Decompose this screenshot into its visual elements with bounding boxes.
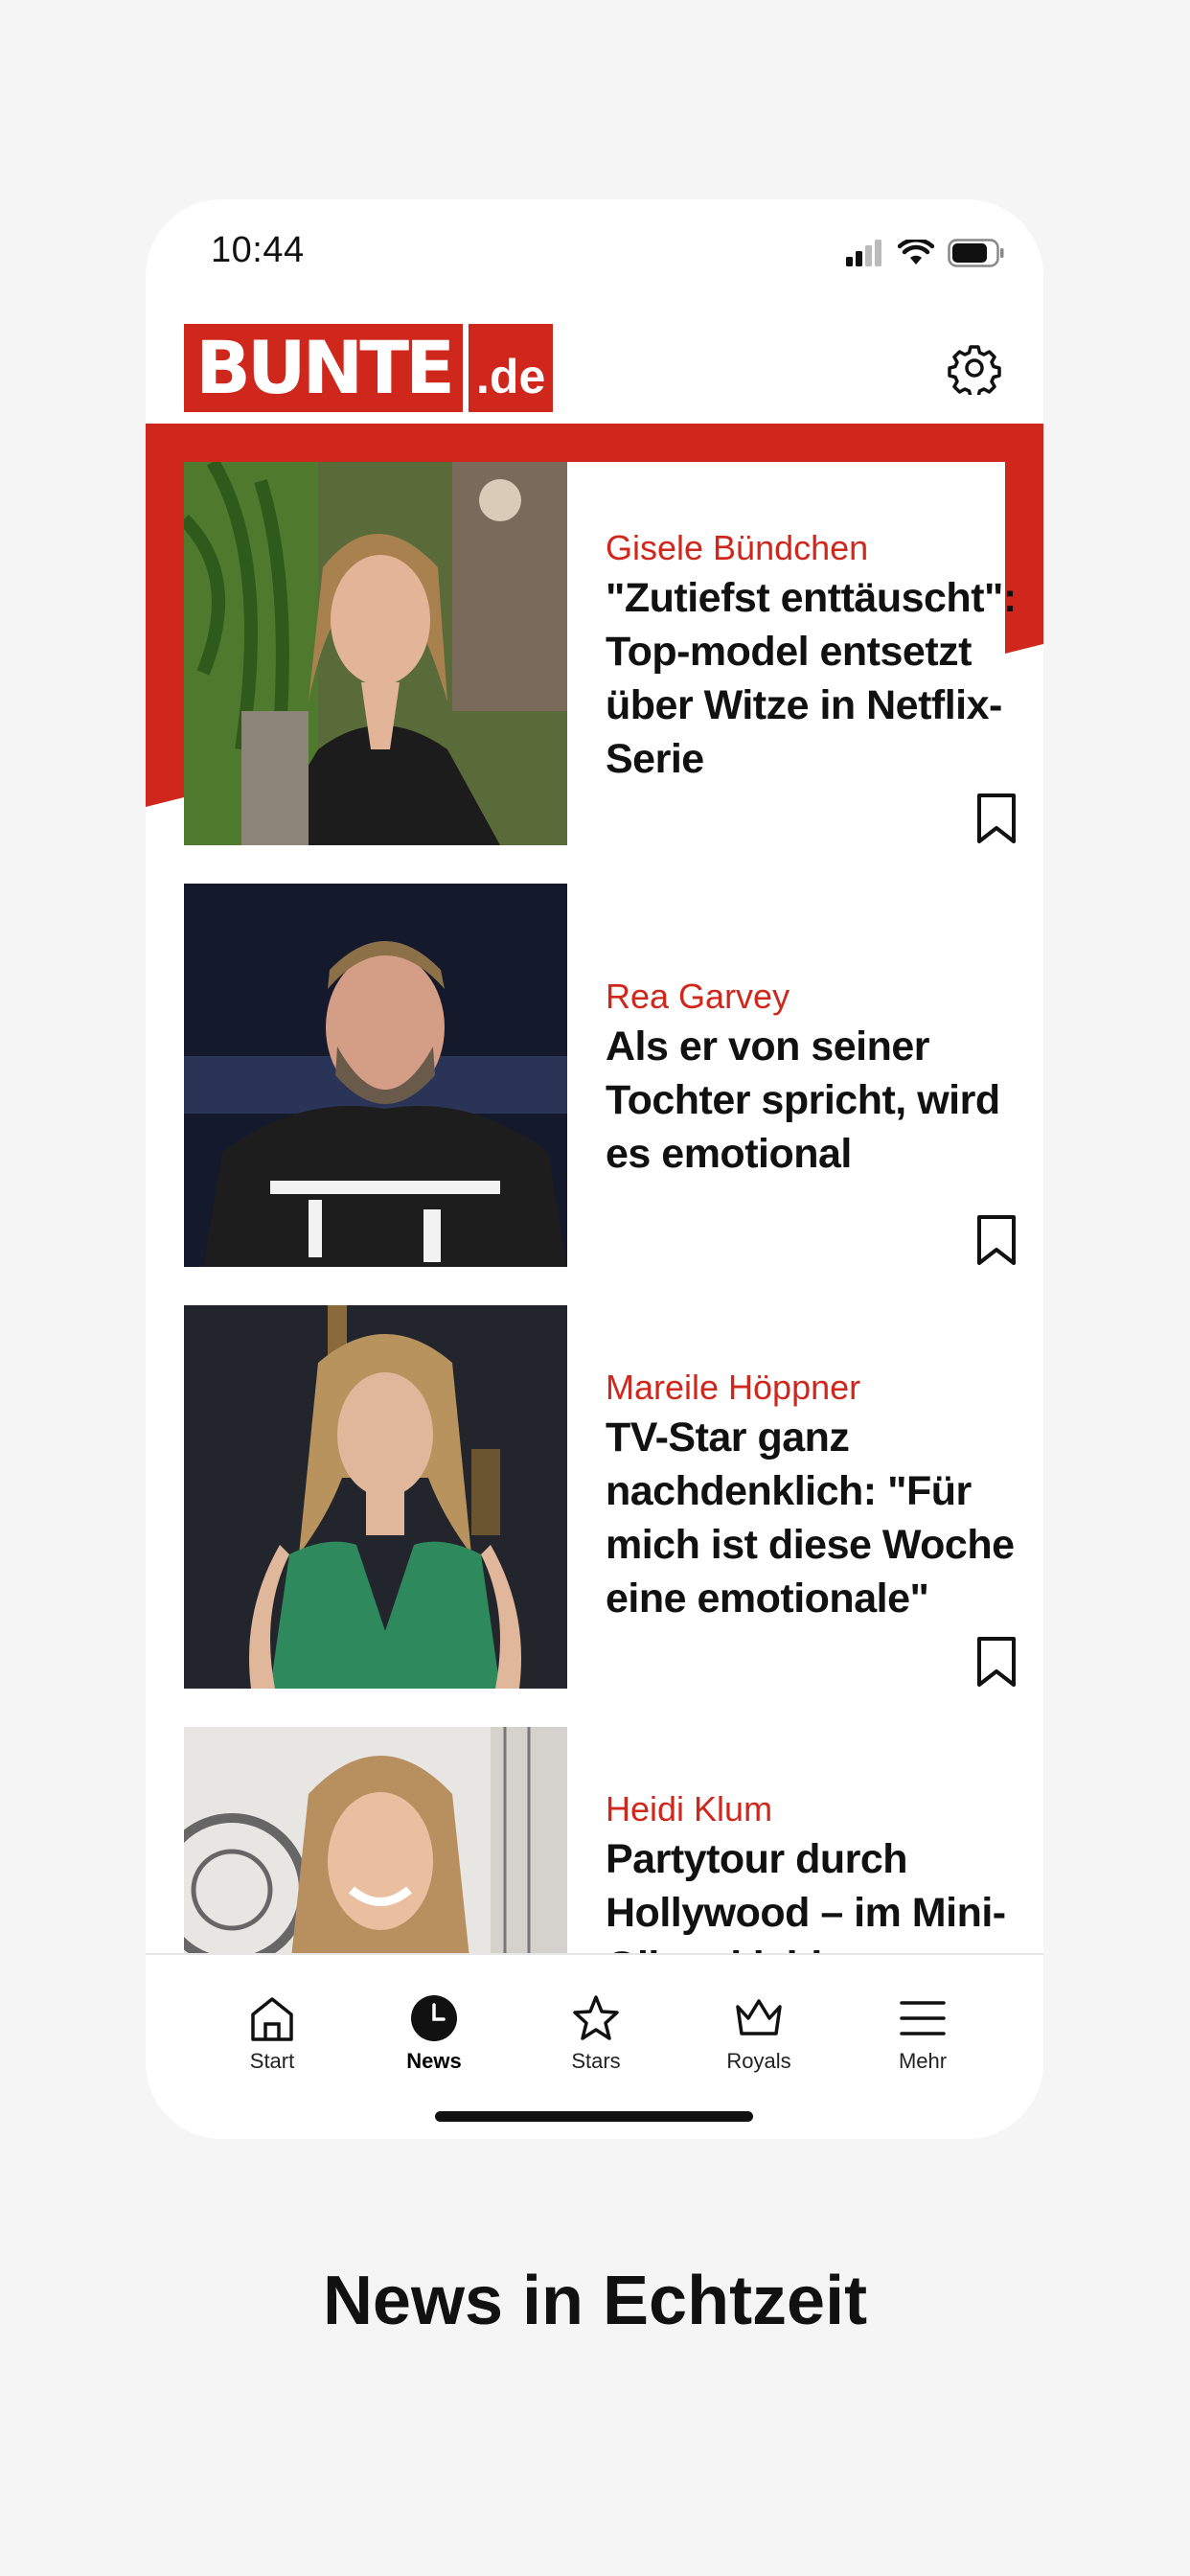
app-header: BUNTE .de (146, 305, 1043, 431)
status-time: 10:44 (211, 230, 305, 270)
phone-frame: 10:44 BUNTE .de Gisele Bündchen "Zutiefs… (146, 199, 1043, 2139)
tab-stars[interactable]: Stars (529, 1993, 663, 2074)
promo-caption: News in Echtzeit (322, 2263, 868, 2339)
logo-suffix: .de (469, 324, 554, 412)
bunte-logo[interactable]: BUNTE .de (184, 324, 554, 412)
article-card[interactable]: Gisele Bündchen "Zutiefst enttäuscht": T… (184, 462, 1017, 845)
bookmark-icon (977, 1637, 1016, 1687)
portrait-man-beard (184, 884, 567, 1267)
crown-icon (736, 1999, 782, 2036)
tab-mehr[interactable]: Mehr (856, 1993, 990, 2074)
wifi-icon (898, 240, 934, 264)
tab-label: Mehr (898, 2049, 948, 2073)
tab-news[interactable]: News (367, 1993, 501, 2074)
article-card[interactable]: Mareile Höppner TV-Star ganz nachdenklic… (184, 1305, 1016, 1689)
article-headline[interactable]: TV-Star ganz nachdenklich: "Für mich ist… (606, 1411, 1018, 1625)
tab-label: News (406, 2049, 462, 2073)
article-text: Gisele Bündchen "Zutiefst enttäuscht": T… (606, 462, 1018, 845)
article-text: Mareile Höppner TV-Star ganz nachdenklic… (606, 1305, 1018, 1689)
bookmark-button[interactable] (975, 792, 1018, 845)
article-kicker: Gisele Bündchen (606, 528, 869, 567)
tab-label: Start (249, 2049, 295, 2073)
portrait-woman-blonde (184, 462, 567, 845)
portrait-woman-smiling (184, 1727, 567, 1953)
settings-button[interactable] (948, 341, 1001, 399)
bookmark-icon (977, 794, 1016, 843)
article-card[interactable]: Heidi Klum Partytour durch Hollywood – i… (184, 1727, 1006, 1953)
article-card[interactable]: Rea Garvey Als er von seiner Tochter spr… (184, 884, 1016, 1267)
status-bar: 10:44 (146, 199, 1043, 305)
portrait-woman-green-dress (184, 1305, 567, 1689)
article-image[interactable] (184, 1727, 567, 1953)
tab-royals[interactable]: Royals (692, 1993, 826, 2074)
home-indicator[interactable] (435, 2111, 753, 2122)
star-icon (573, 1995, 619, 2040)
article-kicker: Rea Garvey (606, 977, 790, 1016)
article-image[interactable] (184, 884, 567, 1267)
logo-main: BUNTE (184, 324, 464, 412)
article-text: Rea Garvey Als er von seiner Tochter spr… (606, 884, 1018, 1267)
tab-start[interactable]: Start (205, 1993, 339, 2074)
clock-icon (411, 1995, 457, 2041)
bookmark-button[interactable] (975, 1213, 1018, 1267)
gear-icon (948, 345, 1001, 399)
article-kicker: Mareile Höppner (606, 1368, 861, 1407)
cellular-signal-icon (846, 240, 881, 266)
article-headline[interactable]: Partytour durch Hollywood – im Mini-Glit… (606, 1832, 1018, 1953)
home-icon (251, 1997, 293, 2041)
battery-icon (948, 239, 1004, 267)
tab-label: Royals (726, 2049, 791, 2073)
article-image[interactable] (184, 1305, 567, 1689)
news-feed[interactable]: Gisele Bündchen "Zutiefst enttäuscht": T… (146, 424, 1043, 1953)
article-kicker: Heidi Klum (606, 1789, 773, 1828)
bookmark-icon (977, 1215, 1016, 1265)
bookmark-button[interactable] (975, 1635, 1018, 1689)
article-headline[interactable]: Als er von seiner Tochter spricht, wird … (606, 1020, 1018, 1181)
article-headline[interactable]: "Zutiefst enttäuscht": Top-model entsetz… (606, 571, 1018, 786)
article-text: Heidi Klum Partytour durch Hollywood – i… (606, 1727, 1018, 1953)
article-image[interactable] (184, 462, 567, 845)
tab-label: Stars (571, 2049, 621, 2073)
status-icons (846, 238, 1005, 268)
menu-icon (900, 2001, 946, 2036)
